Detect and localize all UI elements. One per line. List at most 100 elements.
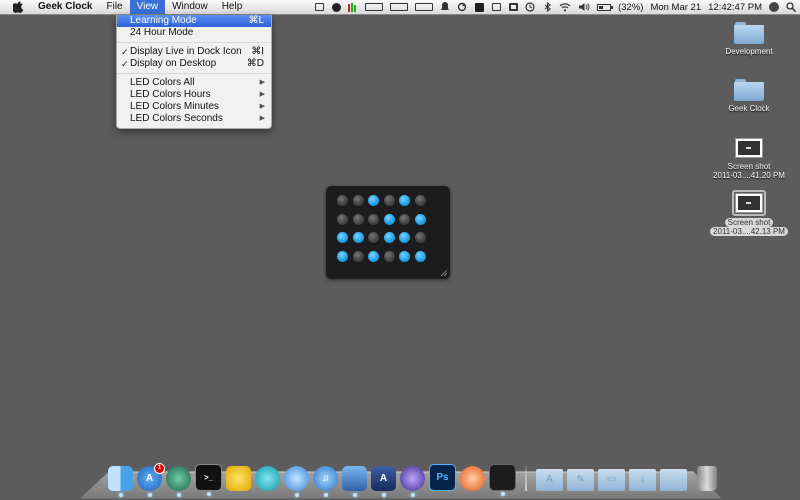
desktop-folder-geek-clock[interactable]: Geek Clock	[699, 79, 799, 113]
app-store-icon[interactable]: A1	[137, 463, 165, 497]
menu-item-learning-mode[interactable]: Learning Mode ⌘L	[117, 15, 271, 27]
menu-item-led-colors-minutes[interactable]: LED Colors Minutes ▶	[117, 101, 271, 113]
notification-badge: 1	[154, 463, 165, 474]
folder-icon	[734, 22, 764, 44]
desktop-icon-label-line2: 2011-03....42.13 PM	[710, 227, 788, 236]
documents-stack-icon[interactable]: ▭	[598, 469, 625, 491]
desktop-icon-label-line1: Screen shot	[724, 218, 774, 227]
apple-menu-icon[interactable]	[12, 1, 24, 13]
menu-item-label: LED Colors Minutes	[130, 101, 219, 112]
selection-frame	[732, 190, 766, 216]
menu-bar: Geek Clock File View Window Help (32%) M…	[0, 0, 800, 15]
photoshop-icon[interactable]: Ps	[429, 464, 456, 491]
menu-item-24-hour-mode[interactable]: 24 Hour Mode	[117, 27, 271, 39]
menu-view[interactable]: View	[129, 0, 166, 14]
copy-status-icon[interactable]	[314, 2, 324, 12]
dock: A1 >_ ♫ A Ps A ✎ ▭ ↓	[108, 463, 717, 497]
dvd-player-icon[interactable]	[460, 466, 485, 491]
menu-help[interactable]: Help	[215, 0, 250, 14]
time-machine-icon[interactable]	[166, 466, 191, 497]
led-off	[368, 213, 379, 225]
user-icon[interactable]	[769, 2, 779, 12]
geek-clock-dock-icon[interactable]	[489, 464, 516, 496]
led-on	[352, 232, 364, 243]
time-machine-menu-icon[interactable]	[525, 2, 535, 12]
desktop-icon-label-line2: 2011-03....41.20 PM	[713, 171, 785, 180]
battery-percent: (32%)	[618, 1, 644, 13]
cyan-app-icon[interactable]	[255, 466, 280, 491]
desktop-screenshot-1[interactable]: Screen shot 2011-03....41.20 PM	[699, 138, 799, 180]
volume-icon[interactable]	[578, 2, 590, 12]
led-off	[414, 232, 426, 243]
led-on	[368, 250, 379, 262]
menu-item-display-live-in-dock[interactable]: ✓ Display Live in Dock Icon ⌘I	[117, 46, 271, 58]
menu-item-label: Display Live in Dock Icon	[130, 46, 242, 57]
menu-item-led-colors-all[interactable]: LED Colors All ▶	[117, 77, 271, 89]
led-off	[383, 195, 395, 206]
menu-window[interactable]: Window	[165, 0, 215, 14]
display-icon[interactable]	[491, 2, 501, 12]
led-on	[337, 232, 348, 243]
menu-extras: (32%) Mon Mar 21 12:42:47 PM	[314, 0, 796, 14]
led-on	[399, 250, 410, 262]
cpu-meter-icon[interactable]	[415, 2, 434, 12]
terminal-icon[interactable]: >_	[195, 464, 222, 496]
menu-item-label: Learning Mode	[130, 15, 197, 26]
finder-icon[interactable]	[108, 466, 133, 497]
activity-monitor-icon[interactable]	[348, 2, 358, 12]
spotlight-icon[interactable]	[786, 2, 796, 12]
memory-meter-icon[interactable]	[365, 2, 384, 12]
led-off	[337, 213, 348, 225]
led-off	[368, 232, 379, 243]
eclipse-icon[interactable]	[400, 466, 425, 497]
menu-item-display-on-desktop[interactable]: ✓ Display on Desktop ⌘D	[117, 58, 271, 70]
led-off	[414, 195, 426, 206]
submenu-arrow-icon: ▶	[259, 91, 265, 98]
menu-app-name[interactable]: Geek Clock	[31, 0, 99, 14]
network-meter-icon[interactable]	[390, 2, 409, 12]
menu-item-led-colors-hours[interactable]: LED Colors Hours ▶	[117, 89, 271, 101]
dock-separator	[525, 465, 527, 491]
led-off	[352, 195, 364, 206]
menu-separator	[117, 42, 271, 43]
menu-item-label: 24 Hour Mode	[130, 27, 194, 38]
menu-file[interactable]: File	[99, 0, 129, 14]
folder-stack-icon[interactable]	[660, 469, 687, 491]
script-menu-icon[interactable]	[474, 2, 484, 12]
led-on	[399, 195, 410, 206]
desktop-screenshot-2[interactable]: Screen shot 2011-03....42.13 PM	[699, 190, 799, 236]
instruments-icon[interactable]: A	[371, 466, 396, 497]
applications-stack-icon[interactable]: A	[536, 469, 563, 491]
submenu-arrow-icon: ▶	[259, 103, 265, 110]
utilities-stack-icon[interactable]: ✎	[567, 469, 594, 491]
notification-icon[interactable]	[440, 2, 450, 12]
clock-time[interactable]: 12:42:47 PM	[708, 2, 762, 13]
menu-item-label: LED Colors Seconds	[130, 113, 223, 124]
itunes-icon[interactable]: ♫	[313, 466, 338, 497]
desktop-icon-label: Development	[725, 47, 773, 56]
wifi-icon[interactable]	[559, 2, 571, 12]
battery-icon[interactable]	[597, 3, 614, 11]
trash-icon[interactable]	[697, 466, 717, 491]
shortcut-label: ⌘L	[248, 15, 264, 26]
menu-item-led-colors-seconds[interactable]: LED Colors Seconds ▶	[117, 113, 271, 125]
xcode-icon[interactable]	[342, 466, 367, 497]
desktop-folder-development[interactable]: Development	[699, 22, 799, 56]
yellow-app-icon[interactable]	[226, 466, 251, 491]
clock-date[interactable]: Mon Mar 21	[650, 2, 701, 13]
menu-item-label: LED Colors Hours	[130, 89, 211, 100]
safari-icon[interactable]	[284, 466, 309, 497]
resize-grip-icon[interactable]	[441, 270, 447, 276]
bluetooth-icon[interactable]	[542, 2, 552, 12]
checkmark-icon: ✓	[121, 47, 129, 57]
downloads-stack-icon[interactable]: ↓	[629, 469, 656, 491]
submenu-arrow-icon: ▶	[259, 79, 265, 86]
submenu-arrow-icon: ▶	[259, 115, 265, 122]
dropbox-status-icon[interactable]	[331, 2, 341, 12]
led-on	[414, 213, 426, 225]
led-off	[352, 250, 364, 262]
sync-icon[interactable]	[457, 2, 467, 12]
airplay-icon[interactable]	[508, 2, 518, 12]
desktop-icon-label-line1: Screen shot	[727, 162, 771, 171]
geek-clock-widget[interactable]	[326, 186, 450, 279]
